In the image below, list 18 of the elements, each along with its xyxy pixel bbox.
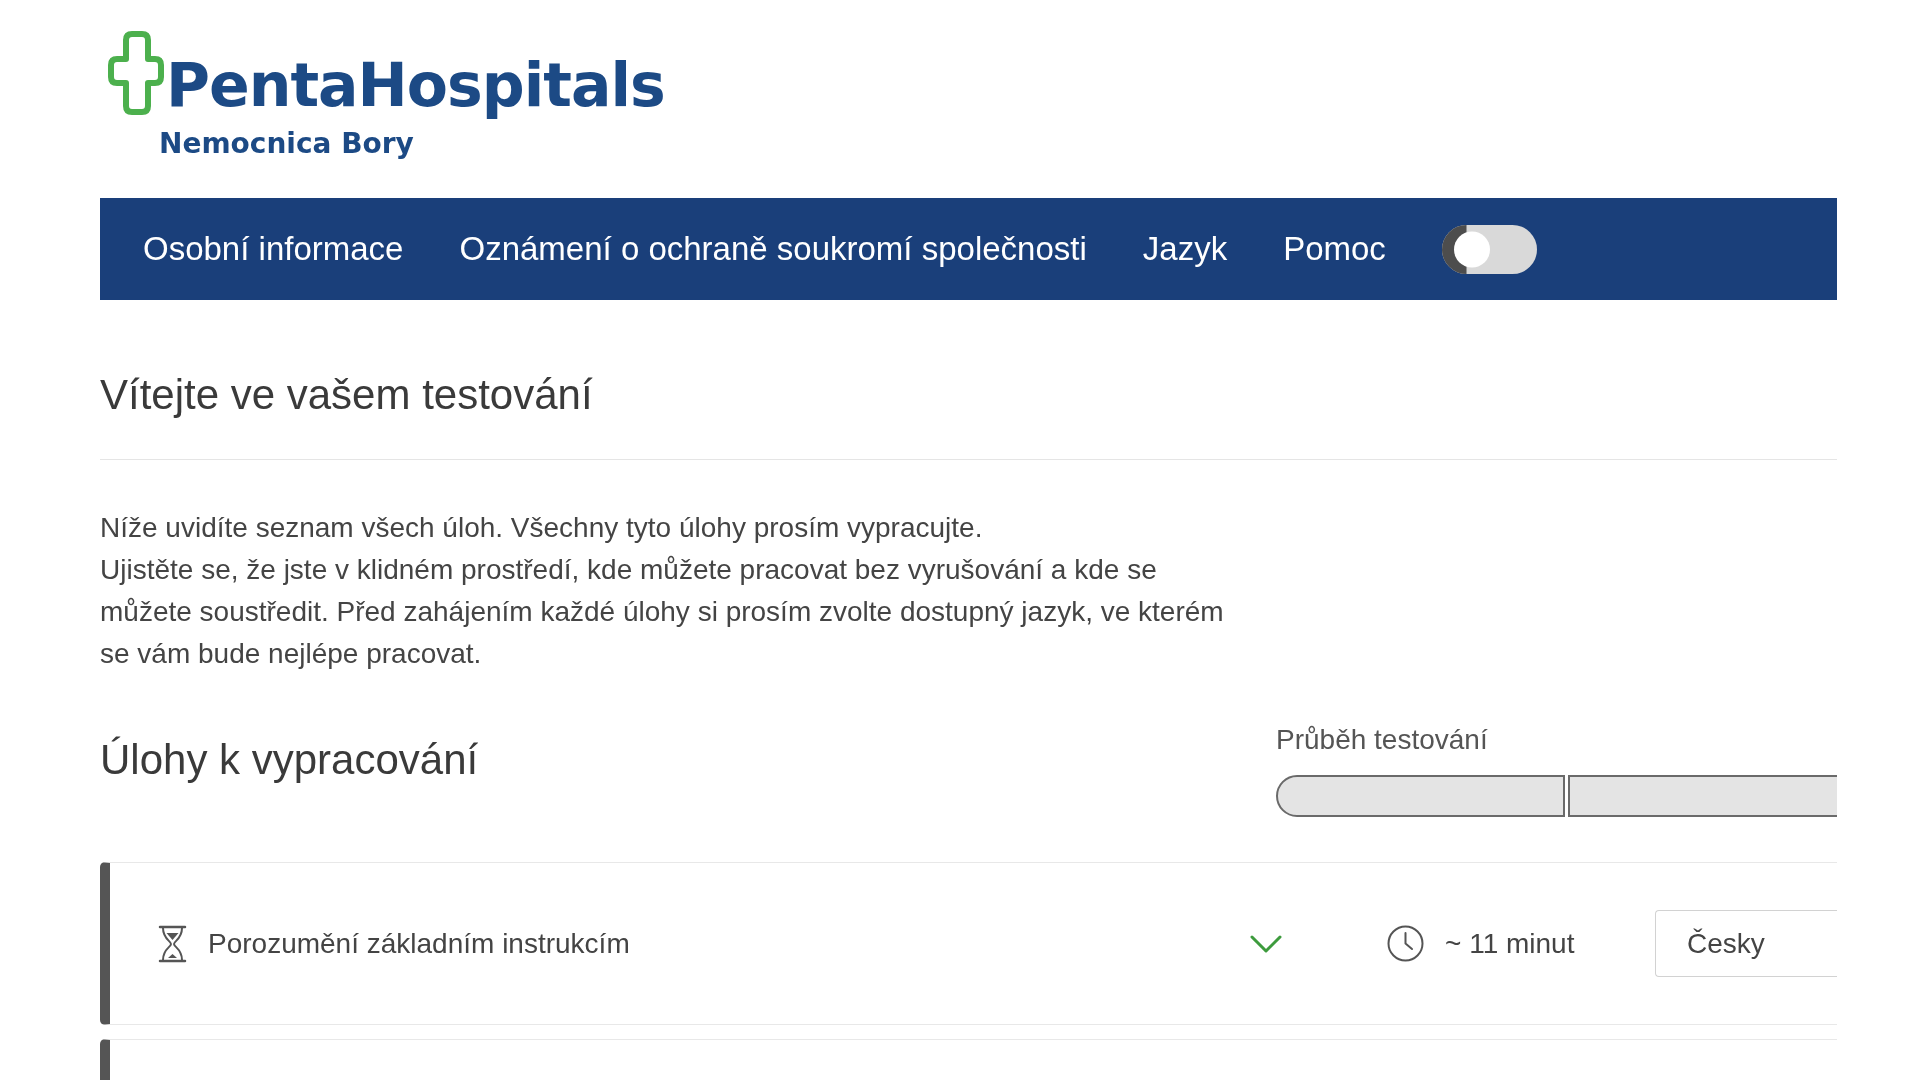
page-title: Vítejte ve vašem testování [100, 370, 593, 420]
nav-link[interactable]: Osobní informace [143, 229, 404, 269]
hourglass-icon [158, 924, 187, 963]
nav-link[interactable]: Jazyk [1142, 229, 1228, 269]
chevron-down-icon[interactable] [1250, 934, 1282, 953]
language-select[interactable]: Česky [1655, 910, 1837, 977]
nav-link[interactable]: Pomoc [1283, 229, 1386, 269]
progress-label: Průběh testování [1276, 723, 1488, 757]
nav-link[interactable]: Oznámení o ochraně soukromí společnosti [459, 229, 1087, 269]
task-title: Porozumění základním instrukcím [208, 927, 630, 960]
duration-text: ~ 11 minut [1445, 927, 1575, 960]
clock-icon [1387, 925, 1424, 962]
brand-subtitle: Nemocnica Bory [159, 130, 414, 158]
toggle-switch[interactable] [1441, 224, 1537, 274]
plus-logo-icon [108, 31, 164, 115]
section-title: Úlohy k vypracování [100, 735, 479, 785]
intro-paragraph: Níže uvidíte seznam všech úloh. Všechny tyto úlohy prosím vypracujte. [100, 511, 984, 545]
intro-paragraph: Ujistěte se, že jste v klidném prostředí, kde můžete pracovat bez vyrušování a kde se můžete soustředit. Před zahájením každé úlohy si prosím zvolte dostupný jazyk, ve kterém se vám bude nejlépe pracovat. [100, 553, 1225, 671]
